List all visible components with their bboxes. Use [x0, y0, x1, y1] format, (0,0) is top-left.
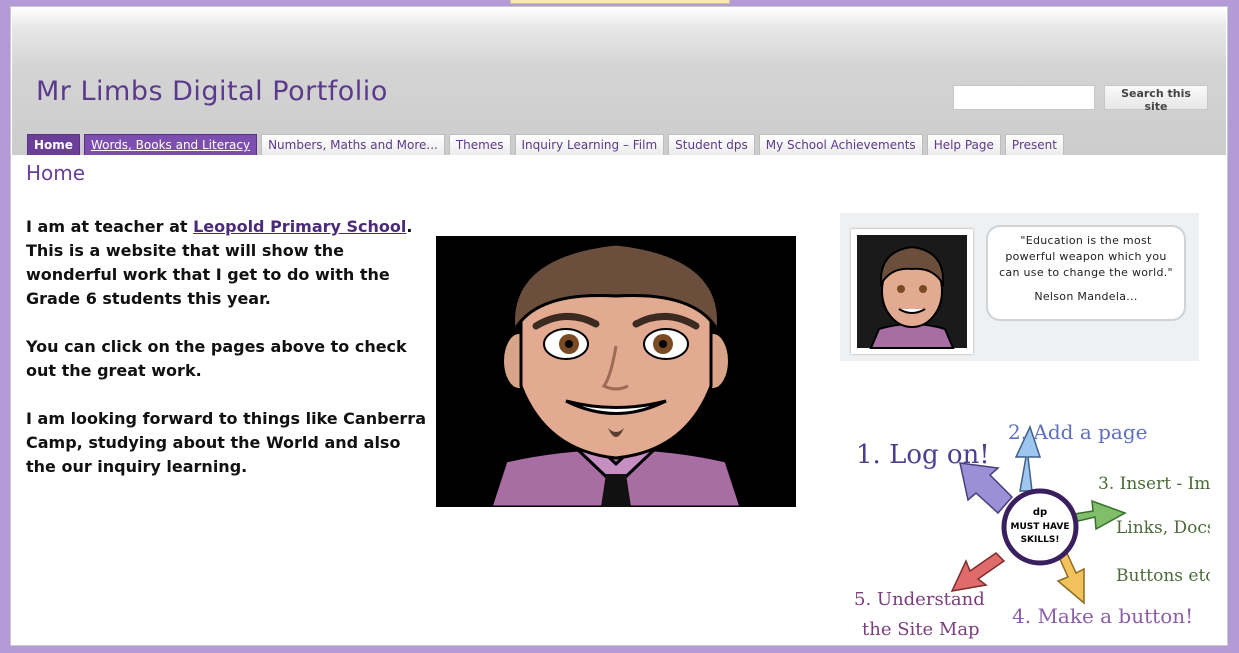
tab-inquiry-learning-film[interactable]: Inquiry Learning – Film: [514, 134, 665, 155]
quote-panel: "Education is the most powerful weapon w…: [840, 213, 1199, 361]
intro-paragraph-2: You can click on the pages above to chec…: [26, 337, 407, 380]
browser-top-tab-hint: [510, 0, 730, 4]
tab-themes[interactable]: Themes: [448, 134, 511, 155]
skills-step-4: 4. Make a button!: [1012, 604, 1193, 628]
skills-step-5b: the Site Map: [862, 619, 980, 640]
tab-home[interactable]: Home: [27, 134, 80, 155]
site-title[interactable]: Mr Limbs Digital Portfolio: [36, 76, 388, 107]
quote-bubble: "Education is the most powerful weapon w…: [986, 225, 1186, 321]
tab-present[interactable]: Present: [1004, 134, 1064, 155]
quote-avatar-cartoon: [857, 235, 967, 349]
skills-center-bot: SKILLS!: [1021, 535, 1060, 545]
skills-diagram-graphic: dp MUST HAVE SKILLS! 1. Log on! 2. Add a…: [854, 420, 1239, 640]
skills-step-3a: 3. Insert - Images,: [1098, 474, 1210, 494]
tab-numbers-maths[interactable]: Numbers, Maths and More...: [261, 134, 445, 155]
avatar-cartoon: [436, 236, 796, 507]
skills-step-1: 1. Log on!: [856, 440, 990, 470]
skills-step-3b: Links, Docs,: [1116, 518, 1210, 538]
skills-diagram: dp MUST HAVE SKILLS! 1. Log on! 2. Add a…: [840, 405, 1239, 649]
page-title: Home: [26, 161, 86, 185]
intro-text: I am at teacher at Leopold Primary Schoo…: [26, 215, 426, 503]
intro-paragraph-3: I am looking forward to things like Canb…: [26, 409, 426, 476]
search-button[interactable]: Search this site: [1104, 85, 1208, 113]
skills-step-5a: 5. Understand: [854, 589, 985, 610]
quote-author: Nelson Mandela...: [1034, 290, 1138, 303]
skills-center-top: dp: [1033, 507, 1047, 518]
skills-center-mid: MUST HAVE: [1010, 522, 1069, 532]
avatar-image: [436, 236, 796, 507]
page-frame: Mr Limbs Digital Portfolio Search this s…: [10, 6, 1239, 649]
quote-text: "Education is the most powerful weapon w…: [999, 234, 1173, 279]
intro-paragraph-1: I am at teacher at Leopold Primary Schoo…: [26, 215, 426, 311]
skills-step-3c: Buttons etc.: [1116, 566, 1210, 586]
school-link[interactable]: Leopold Primary School: [193, 217, 406, 236]
quote-avatar-image: [851, 229, 973, 354]
intro-p1-before: I am at teacher at: [26, 217, 194, 236]
skills-step-2: 2. Add a page: [1008, 420, 1148, 444]
tab-help-page[interactable]: Help Page: [926, 134, 1001, 155]
tab-school-achievements[interactable]: My School Achievements: [758, 134, 923, 155]
tab-student-dps[interactable]: Student dps: [668, 134, 755, 155]
site-header: Mr Limbs Digital Portfolio Search this s…: [12, 8, 1226, 155]
nav-tabs: Home Words, Books and Literacy Numbers, …: [27, 134, 1064, 156]
search-input[interactable]: [953, 85, 1095, 110]
tab-words-books-literacy[interactable]: Words, Books and Literacy: [83, 134, 258, 155]
